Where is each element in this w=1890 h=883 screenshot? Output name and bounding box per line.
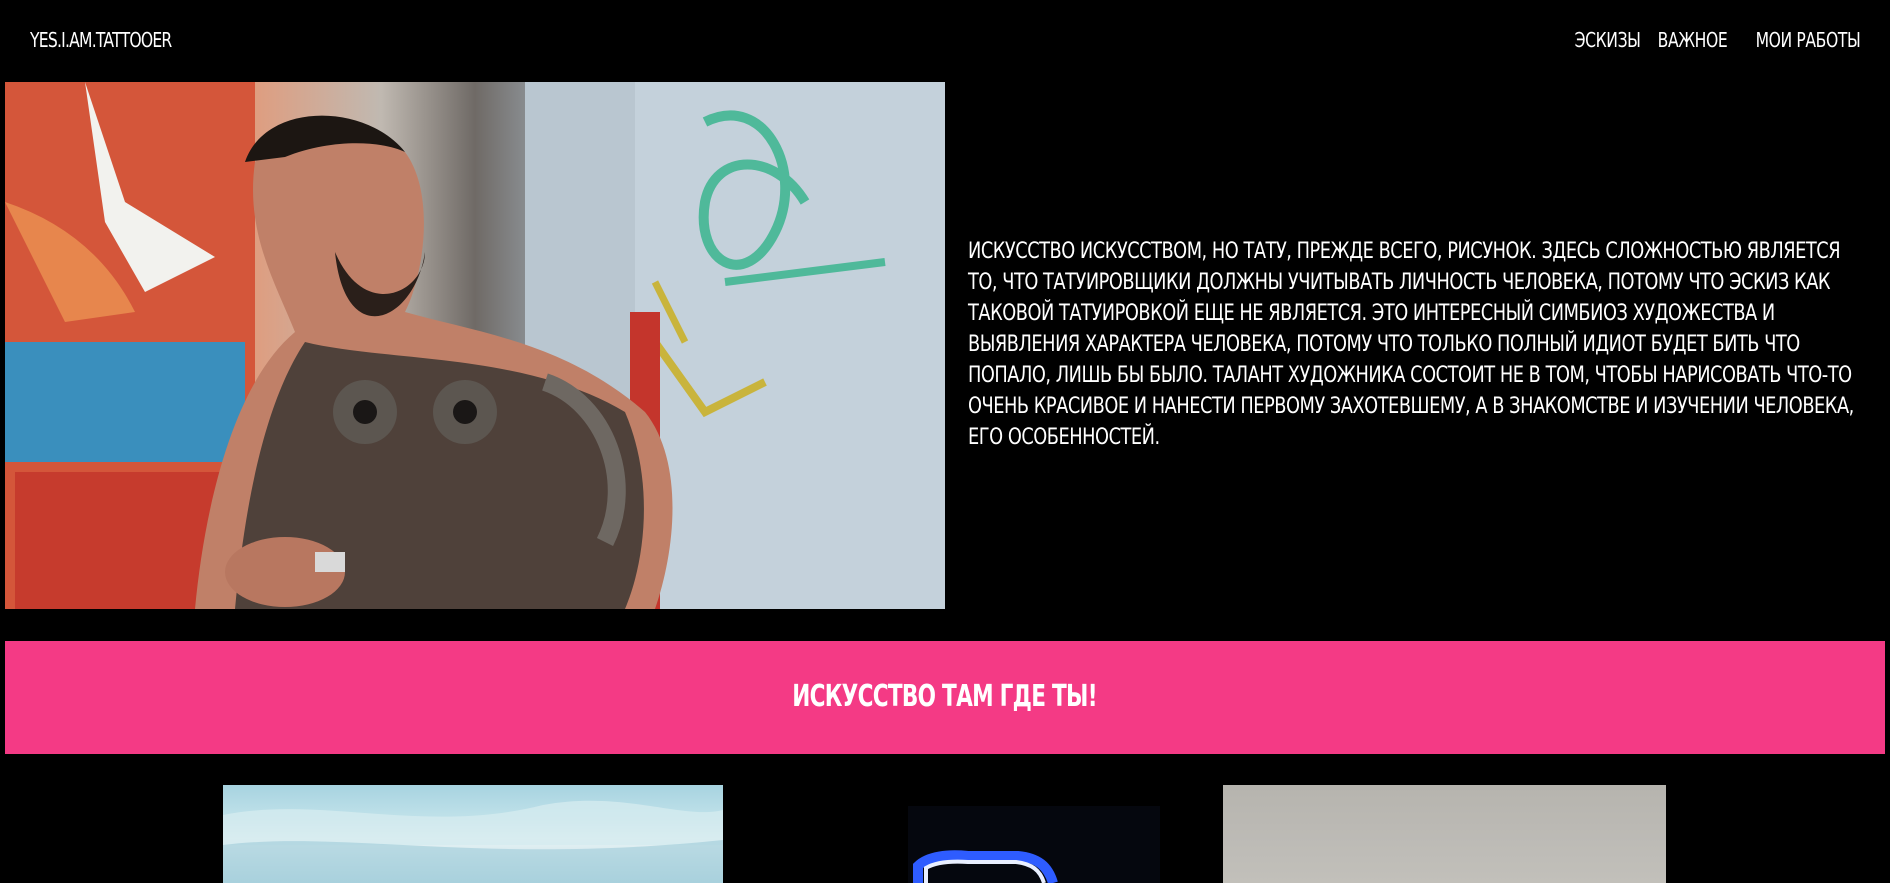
nav-item-sketches[interactable]: ЭСКИЗЫ	[1574, 28, 1640, 52]
hero-description: ИСКУССТВО ИСКУССТВОМ, НО ТАТУ, ПРЕЖДЕ ВС…	[968, 238, 1854, 450]
gallery-image-sky[interactable]	[223, 785, 723, 883]
banner-title-text: ИСКУССТВО ТАМ ГДЕ ТЫ!	[792, 679, 1098, 714]
main-nav: ЭСКИЗЫ ВАЖНОЕ МОИ РАБОТЫ	[1564, 28, 1860, 52]
banner-title: ИСКУССТВО ТАМ ГДЕ ТЫ!	[5, 679, 1885, 714]
tattooed-man-graffiti-image	[5, 82, 945, 609]
hero-photo	[5, 82, 945, 609]
nav-item-important[interactable]: ВАЖНОЕ	[1658, 28, 1728, 52]
site-logo[interactable]: YES.I.AM.TATTOOER	[30, 28, 172, 52]
gallery-image-neon[interactable]	[908, 806, 1160, 883]
site-header: YES.I.AM.TATTOOER ЭСКИЗЫ ВАЖНОЕ МОИ РАБО…	[0, 0, 1890, 82]
banner: ИСКУССТВО ТАМ ГДЕ ТЫ!	[5, 641, 1885, 754]
sky-clouds-image	[223, 800, 723, 883]
gallery-image-grey[interactable]	[1223, 785, 1666, 883]
neon-sign-image	[908, 806, 1160, 883]
nav-item-my-works[interactable]: МОИ РАБОТЫ	[1755, 28, 1860, 52]
